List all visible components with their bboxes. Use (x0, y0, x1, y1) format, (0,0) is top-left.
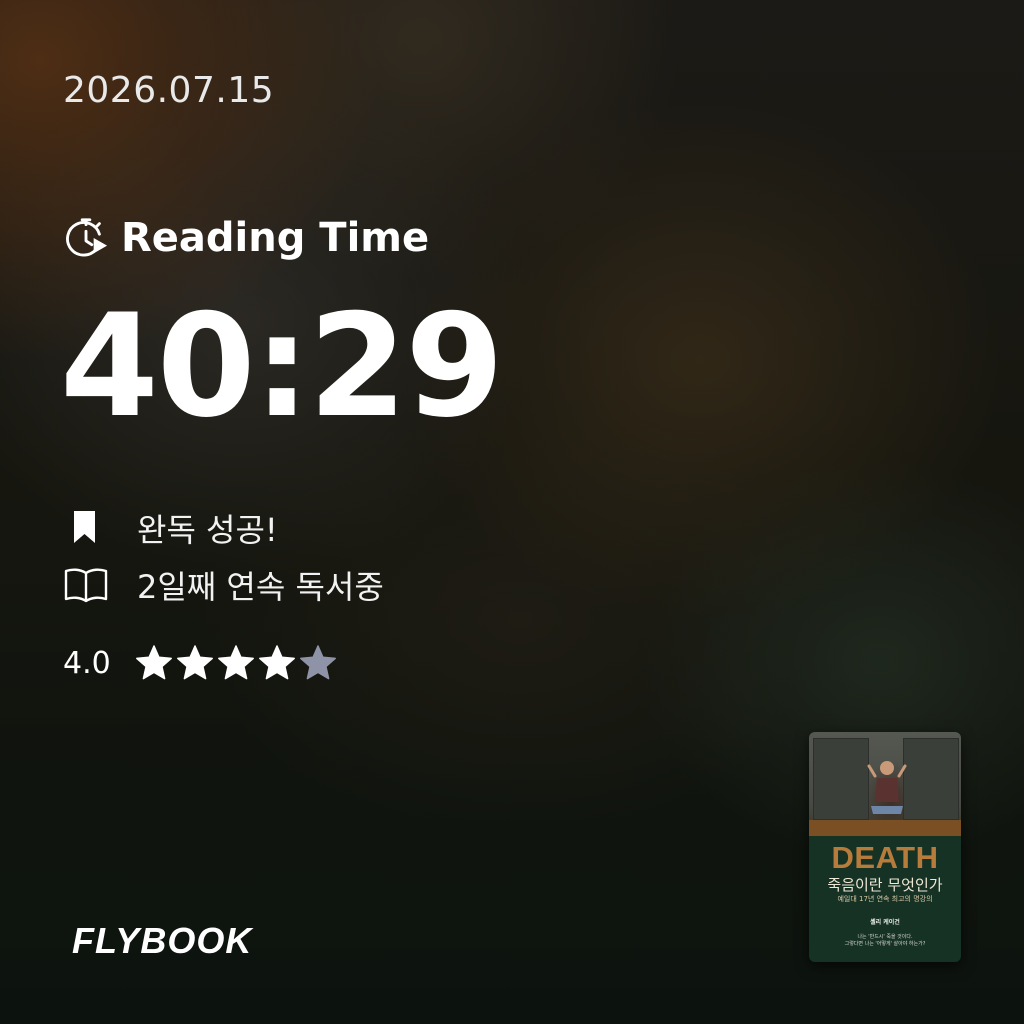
rating: 4.0 (63, 640, 340, 686)
reading-streak: 2일째 연속 독서중 (63, 562, 384, 608)
completion-text: 완독 성공! (137, 511, 278, 549)
star-filled-icon (258, 645, 295, 680)
reading-time-value: 40:29 (60, 284, 504, 449)
stopwatch-play-icon (66, 218, 108, 257)
reading-time-label: Reading Time (121, 215, 430, 261)
flybook-logo: FLYBOOK (72, 920, 253, 961)
streak-text: 2일째 연속 독서중 (137, 568, 384, 606)
star-empty-icon (299, 645, 336, 680)
book-cover: DEATH 죽음이란 무엇인가 예일대 17년 연속 최고의 명강의 셸리 케이… (809, 732, 961, 962)
book-subtitle: 죽음이란 무엇인가 (827, 876, 943, 894)
book-author: 셸리 케이건 (870, 919, 900, 926)
reading-time-header: Reading Time (63, 212, 429, 264)
book-blurb: 나는 '반드시' 죽을 것이다. 그렇다면 나는 '어떻게' 살아야 하는가? (809, 934, 961, 948)
star-filled-icon (176, 645, 213, 680)
star-filled-icon (217, 645, 254, 680)
lecturer-figure (867, 761, 907, 814)
book-title: DEATH (831, 840, 939, 875)
cover-photo (809, 732, 961, 836)
rating-value: 4.0 (63, 645, 111, 681)
book-blurb-line: 나는 '반드시' 죽을 것이다. (857, 934, 913, 940)
session-date: 2026.07.15 (63, 70, 275, 111)
book-tagline: 예일대 17년 연속 최고의 명강의 (837, 895, 933, 903)
completion-status: 완독 성공! (63, 505, 278, 551)
star-filled-icon (135, 645, 172, 680)
open-book-icon (64, 568, 108, 603)
star-rating (135, 644, 340, 682)
bookmark-icon (74, 511, 95, 543)
book-blurb-line: 그렇다면 나는 '어떻게' 살아야 하는가? (844, 941, 926, 947)
reading-summary-card: 2026.07.15 Reading Time 40:29 완독 성공! 2일째… (0, 0, 1024, 1024)
